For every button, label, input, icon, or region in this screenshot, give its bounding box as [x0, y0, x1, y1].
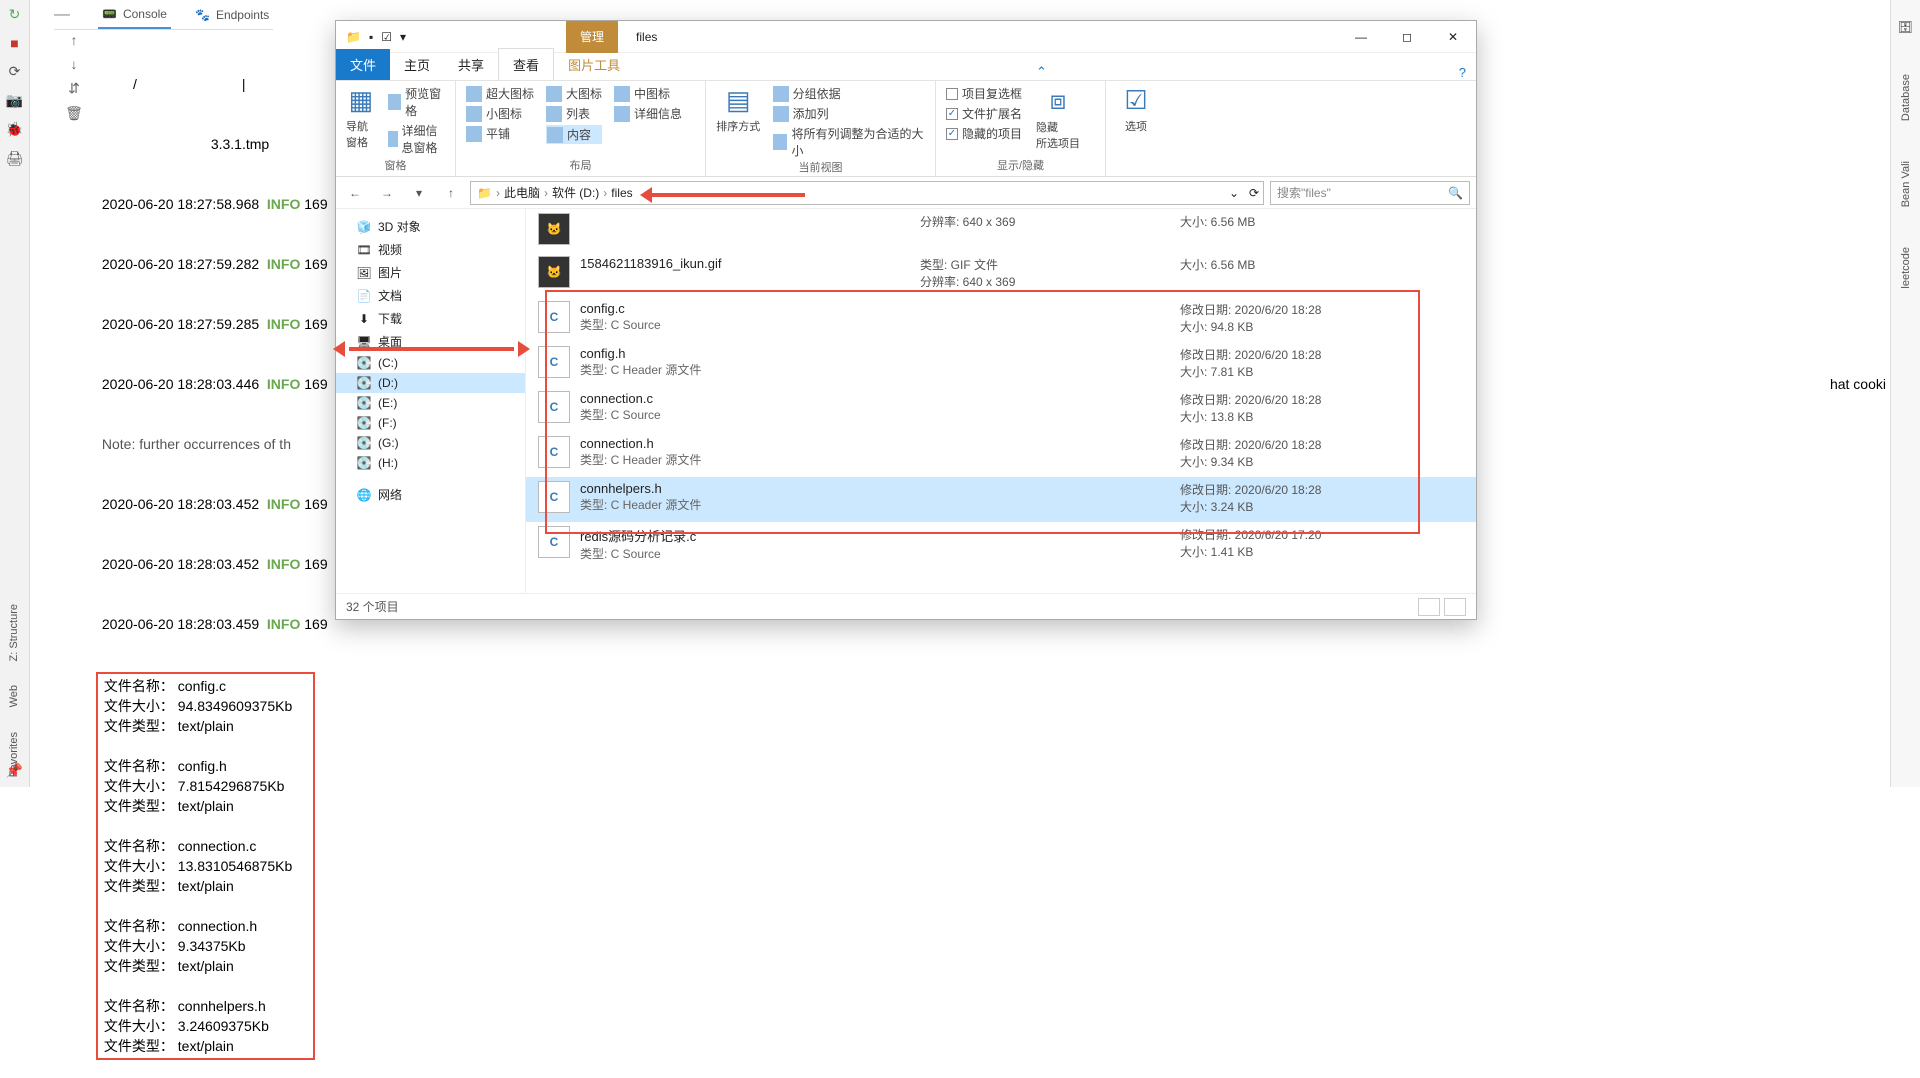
nav-item[interactable]: 💽(F:)	[336, 413, 525, 433]
view-tile[interactable]: 平铺	[466, 125, 534, 142]
view-sm[interactable]: 小图标	[466, 105, 534, 122]
group-by-btn[interactable]: 分组依据	[773, 85, 925, 102]
qat-save-icon[interactable]: ▪	[369, 30, 373, 44]
filter-icon[interactable]: ⇵	[68, 80, 80, 97]
maximize-button[interactable]: ◻	[1384, 21, 1430, 53]
fit-cols-btn[interactable]: 将所有列调整为合适的大小	[773, 125, 925, 159]
left-tab-structure[interactable]: Z: Structure	[8, 604, 20, 661]
nav-up-icon[interactable]: ↑	[438, 180, 464, 206]
nav-item[interactable]: 💽(D:)	[336, 373, 525, 393]
folder-icon[interactable]: 📁	[346, 30, 361, 44]
ribbon: ▦导航窗格 预览窗格 详细信息窗格 窗格 超大图标 小图标 平铺 大图标 列表 …	[336, 81, 1476, 177]
view-content[interactable]: 内容	[546, 125, 602, 144]
file-row[interactable]: C connection.h类型: C Header 源文件 修改日期: 202…	[526, 432, 1476, 477]
view-list[interactable]: 列表	[546, 105, 602, 122]
nav-item[interactable]: 🖼图片	[336, 261, 525, 284]
nav-pane-btn[interactable]: ▦导航窗格	[346, 85, 376, 150]
tab-share[interactable]: 共享	[444, 49, 498, 80]
file-explorer-window: 📁 ▪ ☑ ▾ 管理 files — ◻ ✕ 文件 主页 共享 查看 图片工具 …	[335, 20, 1477, 620]
rerun-icon[interactable]: ↻	[9, 6, 21, 23]
bug-icon[interactable]: 🐞	[6, 121, 23, 138]
view-large-icon[interactable]	[1444, 598, 1466, 616]
nav-item[interactable]: 💽(H:)	[336, 453, 525, 473]
nav-back-icon[interactable]: ←	[342, 180, 368, 206]
nav-item[interactable]: 🌐网络	[336, 483, 525, 506]
tab-console[interactable]: 📟 Console	[98, 1, 171, 29]
file-row[interactable]: C config.h类型: C Header 源文件 修改日期: 2020/6/…	[526, 342, 1476, 387]
tab-view[interactable]: 查看	[498, 48, 554, 80]
console-gutter: ↑ ↓ ⇵ 🗑	[54, 32, 94, 122]
tab-home[interactable]: 主页	[390, 49, 444, 80]
add-col-btn[interactable]: 添加列	[773, 105, 925, 122]
file-row[interactable]: 🐱 1584621183916_ikun.gif 类型: GIF 文件分辨率: …	[526, 252, 1476, 297]
breadcrumb-drop-icon[interactable]: ⌄	[1229, 186, 1239, 200]
file-row[interactable]: C config.c类型: C Source 修改日期: 2020/6/20 1…	[526, 297, 1476, 342]
search-input[interactable]: 搜索"files" 🔍	[1270, 181, 1470, 205]
restart-icon[interactable]: ⟳	[9, 63, 21, 80]
ck-hidden[interactable]: ✓隐藏的项目	[946, 125, 1022, 142]
breadcrumb[interactable]: 📁 › 此电脑› 软件 (D:)› files ⌄ ⟳	[470, 181, 1264, 205]
file-row[interactable]: C connhelpers.h类型: C Header 源文件 修改日期: 20…	[526, 477, 1476, 522]
qat-check-icon[interactable]: ☑	[381, 30, 392, 44]
nav-item[interactable]: 🖥桌面	[336, 330, 525, 353]
file-list[interactable]: 🐱 分辨率: 640 x 369 大小: 6.56 MB 🐱 158462118…	[526, 209, 1476, 593]
tool-tabs: — 📟 Console 🐾 Endpoints	[54, 0, 273, 30]
view-detail[interactable]: 详细信息	[614, 105, 682, 122]
ribbon-collapse-icon[interactable]: ⌃	[1026, 64, 1057, 80]
clear-icon[interactable]: 🗑	[65, 105, 83, 122]
soft-wrap-icon[interactable]: ↓	[71, 56, 78, 72]
view-details-icon[interactable]	[1418, 598, 1440, 616]
tab-file[interactable]: 文件	[336, 49, 390, 80]
nav-item[interactable]: 💽(C:)	[336, 353, 525, 373]
details-pane-btn[interactable]: 详细信息窗格	[388, 122, 445, 156]
file-row[interactable]: C redis源码分析记录.c类型: C Source 修改日期: 2020/6…	[526, 522, 1476, 569]
collapse-icon[interactable]: —	[54, 6, 70, 24]
nav-item[interactable]: 💽(G:)	[336, 433, 525, 453]
help-icon[interactable]: ?	[1449, 65, 1476, 80]
ide-left-tabs: Z: Structure Web Favorites	[2, 604, 26, 787]
search-icon: 🔍	[1448, 186, 1463, 200]
view-md[interactable]: 中图标	[614, 85, 682, 102]
close-button[interactable]: ✕	[1430, 21, 1476, 53]
refresh-icon[interactable]: ⟳	[1249, 186, 1259, 200]
file-row[interactable]: C connection.c类型: C Source 修改日期: 2020/6/…	[526, 387, 1476, 432]
nav-history-icon[interactable]: ▾	[406, 180, 432, 206]
file-row[interactable]: 🐱 分辨率: 640 x 369 大小: 6.56 MB	[526, 209, 1476, 252]
window-title: files	[636, 30, 657, 44]
ribbon-tabs: 文件 主页 共享 查看 图片工具 ⌃ ?	[336, 53, 1476, 81]
qat-drop-icon[interactable]: ▾	[400, 30, 406, 44]
stop-icon[interactable]: ■	[10, 35, 18, 51]
address-bar: ← → ▾ ↑ 📁 › 此电脑› 软件 (D:)› files ⌄ ⟳ 搜索"f…	[336, 177, 1476, 209]
preview-pane-btn[interactable]: 预览窗格	[388, 85, 445, 119]
status-count: 32 个项目	[346, 598, 399, 615]
nav-item[interactable]: 🧊3D 对象	[336, 215, 525, 238]
nav-forward-icon[interactable]: →	[374, 180, 400, 206]
navigation-pane[interactable]: 🧊3D 对象🎞视频🖼图片📄文档⬇下载🖥桌面💽(C:)💽(D:)💽(E:)💽(F:…	[336, 209, 526, 593]
view-xl[interactable]: 超大图标	[466, 85, 534, 102]
minimize-button[interactable]: —	[1338, 21, 1384, 53]
database-icon[interactable]: 🗄	[1898, 20, 1913, 34]
tab-endpoints[interactable]: 🐾 Endpoints	[191, 2, 273, 28]
nav-item[interactable]: 📄文档	[336, 284, 525, 307]
hide-items-btn[interactable]: ⧈隐藏所选项目	[1034, 85, 1082, 151]
nav-item[interactable]: ⬇下载	[336, 307, 525, 330]
tab-pic-tools[interactable]: 图片工具	[554, 49, 634, 80]
print-icon[interactable]: 🖨	[6, 150, 24, 167]
scroll-end-icon[interactable]: ↑	[71, 32, 78, 48]
left-tab-web[interactable]: Web	[8, 685, 20, 707]
camera-icon[interactable]: 📷	[6, 92, 23, 109]
nav-item[interactable]: 💽(E:)	[336, 393, 525, 413]
sort-btn[interactable]: ▤排序方式	[716, 85, 761, 134]
view-lg[interactable]: 大图标	[546, 85, 602, 102]
ck-ext[interactable]: ✓文件扩展名	[946, 105, 1022, 122]
ck-checkboxes[interactable]: 项目复选框	[946, 85, 1022, 102]
statusbar: 32 个项目	[336, 593, 1476, 619]
options-btn[interactable]: ☑选项	[1116, 85, 1156, 134]
left-tab-favorites[interactable]: Favorites	[8, 732, 20, 777]
manage-tab[interactable]: 管理	[566, 21, 618, 53]
nav-item[interactable]: 🎞视频	[336, 238, 525, 261]
file-info-box: 文件名称： config.c 文件大小： 94.8349609375Kb 文件类…	[98, 674, 313, 1058]
